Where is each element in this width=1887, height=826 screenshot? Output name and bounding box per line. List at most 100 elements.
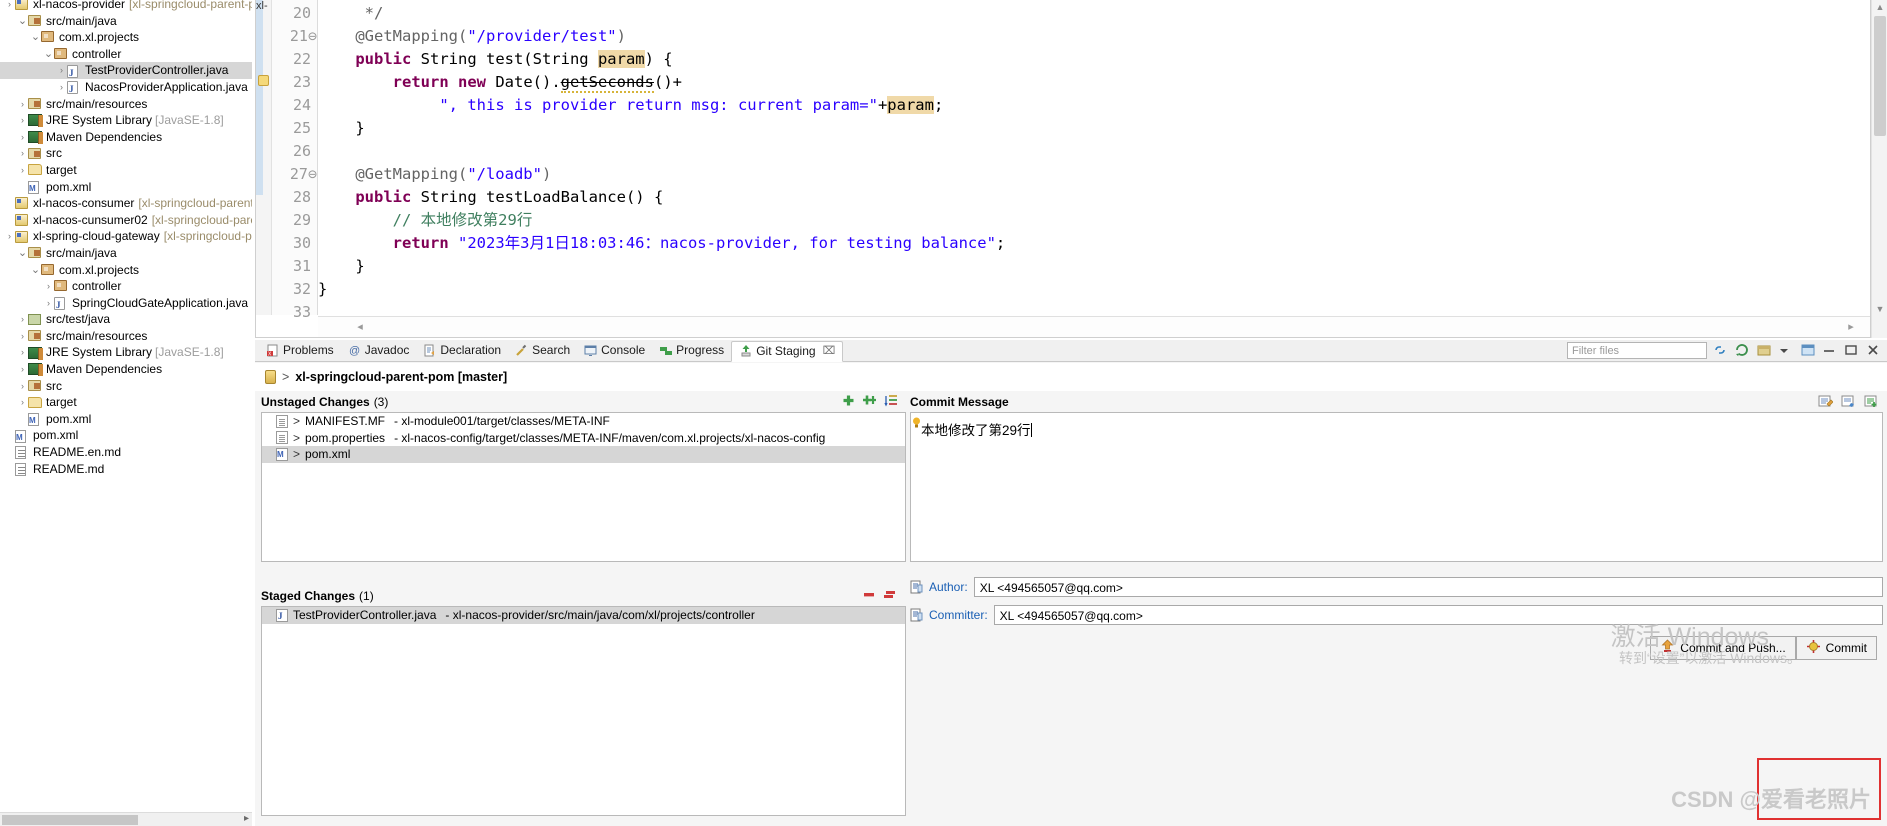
remove-all-icon[interactable] [883,588,898,604]
tab-close-icon[interactable]: ⌧ [823,344,836,357]
tree-item-xl-spring-cloud-gateway[interactable]: › xl-spring-cloud-gateway [xl-springcloud-… [0,228,252,245]
change-list-item[interactable]: TestProviderController.java - xl-nacos-pr… [262,607,905,624]
collapsed-arrow-icon[interactable]: › [17,129,28,146]
collapsed-arrow-icon[interactable]: › [17,311,28,328]
tree-item-com-xl-projects[interactable]: ⌄ com.xl.projects [0,29,252,46]
scrollbar-thumb[interactable] [1874,16,1886,136]
collapsed-arrow-icon[interactable]: › [56,79,67,96]
tree-item-jre-system-library[interactable]: › JRE System Library [JavaSE-1.8] [0,112,252,129]
collapsed-arrow-icon[interactable]: › [17,328,28,345]
amend-icon[interactable] [1817,394,1834,411]
expanded-arrow-icon[interactable]: ⌄ [17,13,28,30]
tree-item-springcloudgateapplication-java[interactable]: › SpringCloudGateApplication.java [0,295,252,314]
tree-item-src-main-java[interactable]: ⌄ src/main/java [0,245,252,262]
restore-icon[interactable] [1843,341,1861,359]
collapsed-arrow-icon[interactable]: › [17,96,28,113]
add-change-id-icon[interactable] [1863,394,1879,411]
tree-item-src-main-resources[interactable]: › src/main/resources [0,96,252,113]
tab-progress[interactable]: Progress [652,341,731,360]
collapsed-arrow-icon[interactable]: › [17,394,28,411]
tree-item-controller[interactable]: ⌄ controller [0,46,252,63]
project-tree[interactable]: › xl-nacos-provider [xl-springcloud-parent… [0,0,252,477]
collapsed-arrow-icon[interactable]: › [4,228,15,245]
tab-git-staging[interactable]: Git Staging ⌧ [731,340,844,362]
scroll-up-arrow[interactable]: ▲ [1874,2,1886,14]
tree-item-target[interactable]: › target [0,394,252,411]
link-selection-icon[interactable] [1711,341,1729,359]
collapsed-arrow-icon[interactable]: › [17,112,28,129]
tab-declaration[interactable]: Declaration [416,341,508,360]
tab-problems[interactable]: X Problems [259,341,341,360]
unstaged-toolbar[interactable] [842,394,906,410]
tree-item-controller[interactable]: › controller [0,278,252,295]
scroll-down-arrow[interactable]: ▼ [1874,304,1886,316]
commit-and-push-button[interactable]: Commit and Push... [1650,636,1796,660]
tree-item-xl-nacos-provider[interactable]: › xl-nacos-provider [xl-springcloud-parent… [0,0,252,13]
tree-item-src[interactable]: › src [0,378,252,395]
add-icon[interactable] [842,394,855,410]
tree-item-src-main-java[interactable]: ⌄ src/main/java [0,13,252,30]
tree-item-src-main-resources[interactable]: › src/main/resources [0,328,252,345]
remove-icon[interactable] [862,588,876,604]
explorer-horizontal-scrollbar[interactable]: ▸ [0,812,252,826]
collapsed-arrow-icon[interactable]: › [56,62,67,79]
maximize-icon[interactable] [1799,341,1817,359]
view-tabs[interactable]: X Problems @ Javadoc Declaration Search Consol… [255,340,844,362]
author-input[interactable]: XL <494565057@qq.com> [973,577,1883,597]
stash-icon[interactable] [1755,341,1773,359]
scrollbar-thumb[interactable] [2,815,138,825]
expanded-arrow-icon[interactable]: ⌄ [43,46,54,63]
expanded-arrow-icon[interactable]: ⌄ [30,262,41,279]
view-toolbar[interactable]: Filter files [1567,341,1883,359]
commit-message-input[interactable]: 本地修改了第29行 [910,412,1883,562]
scroll-left-arrow[interactable]: ◂ [353,320,367,334]
minimize-icon[interactable] [1821,341,1839,359]
collapsed-arrow-icon[interactable]: › [17,378,28,395]
collapsed-arrow-icon[interactable]: › [17,162,28,179]
collapsed-arrow-icon[interactable]: › [43,278,54,295]
staged-changes-list[interactable]: TestProviderController.java - xl-nacos-pr… [261,606,906,816]
close-icon[interactable] [1865,341,1883,359]
expanded-arrow-icon[interactable]: ⌄ [17,245,28,262]
tree-item-maven-dependencies[interactable]: › Maven Dependencies [0,361,252,378]
editor-vertical-scrollbar[interactable]: ▲ ▼ [1871,0,1887,338]
collapsed-arrow-icon[interactable]: › [17,145,28,162]
refresh-icon[interactable] [1733,341,1751,359]
tree-item-src-test-java[interactable]: › src/test/java [0,311,252,328]
filter-files-input[interactable]: Filter files [1567,341,1707,359]
tree-item-pom-xml[interactable]: pom.xml [0,411,252,430]
view-tab-bar[interactable]: X Problems @ Javadoc Declaration Search Consol… [255,340,1887,362]
menu-dropdown-icon[interactable] [1777,341,1795,359]
tree-item-jre-system-library[interactable]: › JRE System Library [JavaSE-1.8] [0,344,252,361]
commit-button[interactable]: Commit [1795,636,1877,660]
committer-input[interactable]: XL <494565057@qq.com> [993,605,1883,625]
expanded-arrow-icon[interactable]: ⌄ [30,29,41,46]
tree-item-testprovidercontroller-java[interactable]: › TestProviderController.java [0,62,252,81]
collapsed-arrow-icon[interactable]: › [17,361,28,378]
tree-item-readme-md[interactable]: README.md [0,461,252,478]
tab-console[interactable]: Console [577,341,652,360]
scroll-right-arrow[interactable]: ▸ [244,813,249,824]
package-explorer[interactable]: › xl-nacos-provider [xl-springcloud-parent… [0,0,252,826]
add-all-icon[interactable] [862,394,877,410]
tree-item-xl-nacos-consumer[interactable]: xl-nacos-consumer[xl-springcloud-parent-… [0,195,252,212]
change-list-item[interactable]: > pom.properties - xl-nacos-config/target/… [262,430,905,447]
code-editor[interactable]: 20 21⊖ 22 23 24 25 26 27⊖ 28 29 30 31 32 33 */ @GetMa… [255,0,1871,338]
sort-icon[interactable] [884,394,898,410]
collapsed-arrow-icon[interactable]: › [4,0,15,13]
tab-search[interactable]: Search [508,341,577,360]
editor-tab-title[interactable]: xl-springcloud-parent-pom [256,0,316,12]
commit-message-toolbar[interactable] [1817,394,1883,411]
tree-item-maven-dependencies[interactable]: › Maven Dependencies [0,129,252,146]
code-text-area[interactable]: */ @GetMapping("/provider/test") public … [318,0,1870,315]
tab-javadoc[interactable]: @ Javadoc [341,341,417,360]
tree-item-pom-xml[interactable]: pom.xml [0,179,252,197]
collapsed-arrow-icon[interactable]: › [43,295,54,312]
tree-item-readme-en-md[interactable]: README.en.md [0,444,252,461]
signed-off-icon[interactable] [1840,394,1856,411]
tree-item-nacosproviderapplication-java[interactable]: › NacosProviderApplication.java [0,79,252,98]
tree-item-xl-nacos-cunsumer02[interactable]: xl-nacos-cunsumer02[xl-springcloud-paren… [0,212,252,229]
collapsed-arrow-icon[interactable]: › [17,344,28,361]
tree-item-pom-xml[interactable]: pom.xml [0,427,252,446]
change-list-item[interactable]: > pom.xml [262,446,905,463]
